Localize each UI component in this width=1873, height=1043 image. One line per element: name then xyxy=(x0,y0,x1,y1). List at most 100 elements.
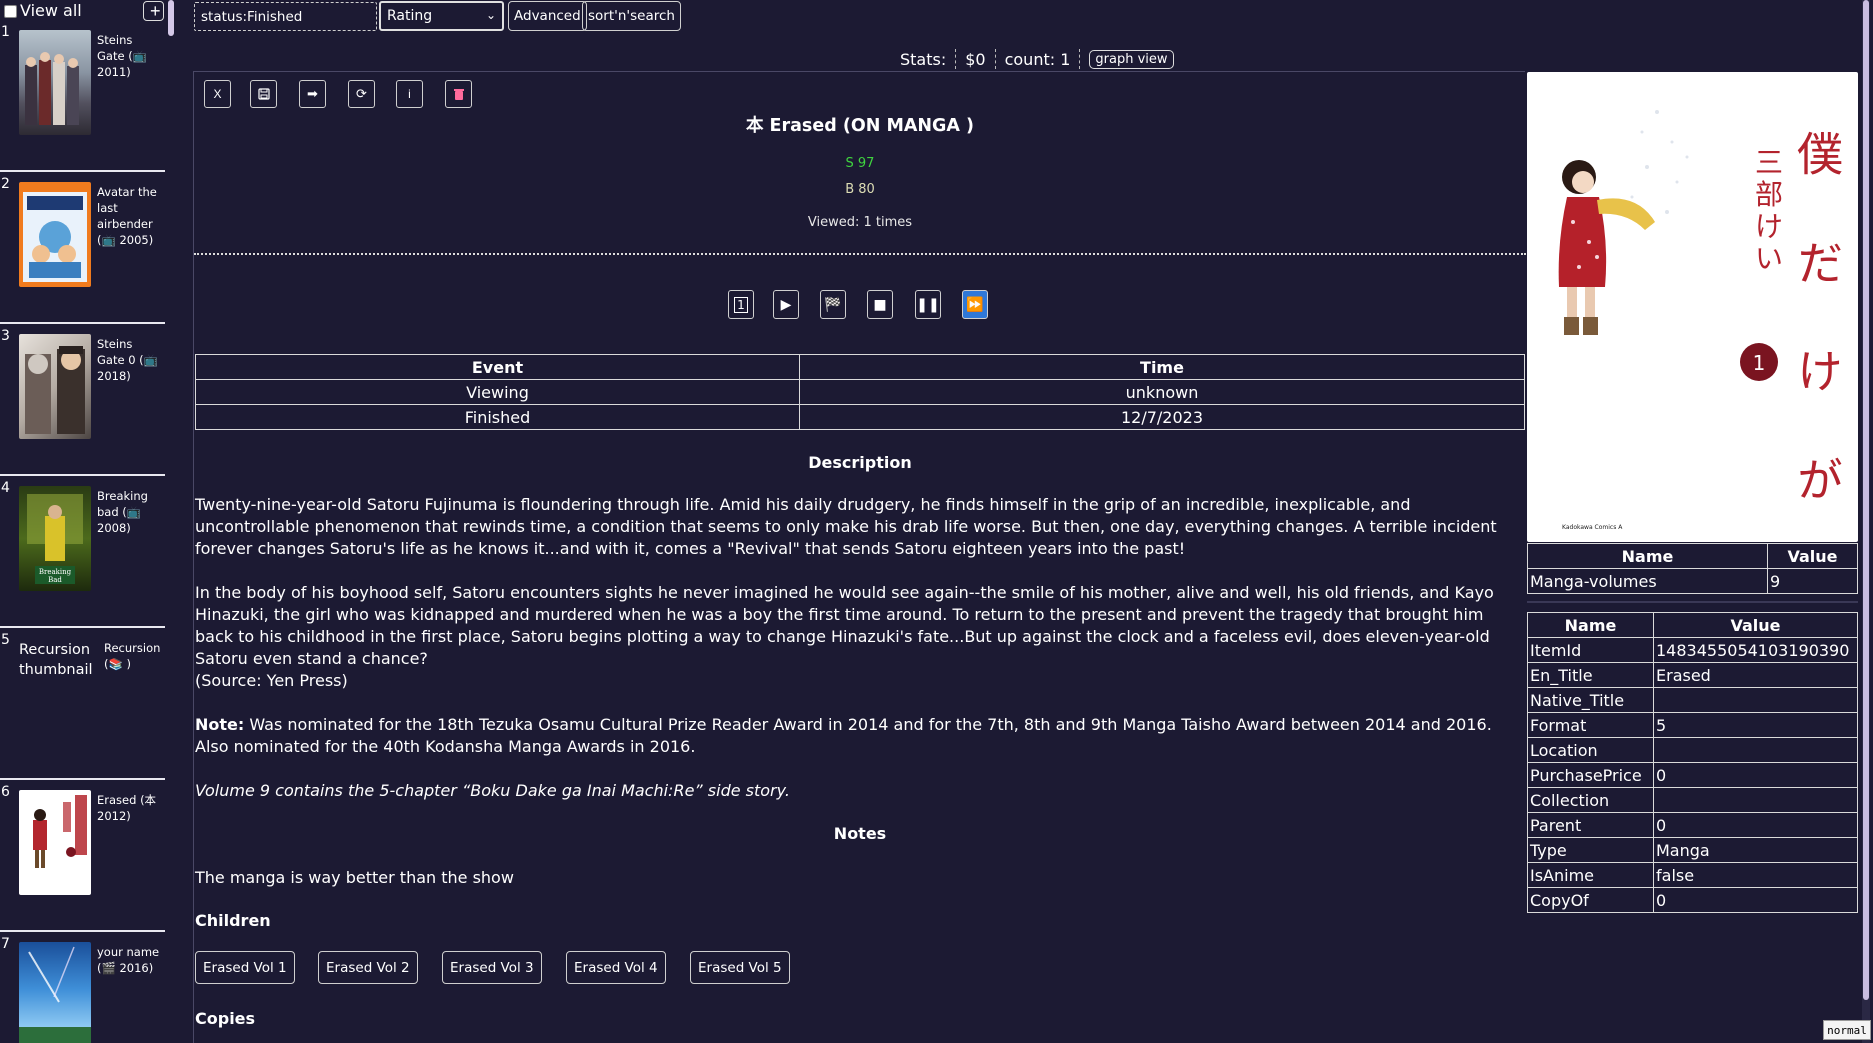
play-button[interactable]: ▶ xyxy=(773,290,799,319)
item-detail-panel: X ➡ ⟳ i 本 Erased (ON MANGA ) S 97 B 80 V… xyxy=(193,71,1526,1043)
item-number: 6 xyxy=(1,784,10,800)
child-item-button[interactable]: Erased Vol 1 xyxy=(195,951,295,984)
checkered-flag-icon: 🏁 xyxy=(824,296,842,313)
name-cell: PurchasePrice xyxy=(1527,762,1654,788)
sidebar-item-steins-gate-0[interactable]: 3 Steins Gate 0 (📺 2018) xyxy=(0,326,165,476)
begin-button[interactable]: 1 xyxy=(728,290,754,319)
name-cell: Format xyxy=(1527,712,1654,738)
mode-indicator: normal xyxy=(1823,1020,1871,1040)
pause-button[interactable]: ❚❚ xyxy=(915,290,941,319)
close-button[interactable]: X xyxy=(204,80,231,108)
name-cell: Location xyxy=(1527,737,1654,763)
trash-icon xyxy=(453,88,464,100)
thumbnail-erased[interactable] xyxy=(19,790,91,895)
stats-money: $0 xyxy=(965,49,986,69)
cover-image: 僕 だ け が い な い 街 三 部 け い 1 Kadokawa Comic… xyxy=(1527,72,1858,542)
thumbnail-your-name[interactable] xyxy=(19,942,91,1043)
event-cell: Finished xyxy=(195,404,800,430)
thumbnail-avatar[interactable] xyxy=(19,182,91,287)
thumbnail-steins-gate-0[interactable] xyxy=(19,334,91,439)
resume-button[interactable]: ⏩ xyxy=(962,290,988,319)
table-row: Format 5 xyxy=(1527,712,1858,738)
value-cell: 0 xyxy=(1653,887,1858,913)
description-note: Note: Was nominated for the 18th Tezuka … xyxy=(195,714,1525,758)
view-all-checkbox[interactable] xyxy=(4,4,17,18)
view-all-toggle[interactable]: View all xyxy=(4,2,82,20)
child-item-button[interactable]: Erased Vol 2 xyxy=(318,951,418,984)
score-b: B 80 xyxy=(845,182,875,197)
item-number: 7 xyxy=(1,936,10,952)
name-cell: ItemId xyxy=(1527,637,1654,663)
sidebar-item-breaking-bad[interactable]: 4 Breaking Bad Breaking bad (📺 2008) xyxy=(0,478,165,628)
time-cell: unknown xyxy=(799,379,1525,405)
sidebar-item-label: Erased (本 2012) xyxy=(97,793,157,823)
page-scrollbar[interactable] xyxy=(1862,0,1870,1043)
graph-view-button[interactable]: graph view xyxy=(1089,49,1174,69)
refresh-button[interactable]: ⟳ xyxy=(348,80,375,108)
name-cell: Manga-volumes xyxy=(1527,568,1768,594)
column-header: Value xyxy=(1653,612,1858,638)
sort-search-button[interactable]: sort'n'search xyxy=(582,1,681,31)
item-number: 2 xyxy=(1,176,10,192)
description-source: (Source: Yen Press) xyxy=(195,671,348,690)
svg-text:Breaking: Breaking xyxy=(39,568,72,576)
description-italic-note: Volume 9 contains the 5-chapter “Boku Da… xyxy=(195,781,790,800)
save-button[interactable] xyxy=(250,80,277,108)
value-cell xyxy=(1653,787,1858,813)
divider xyxy=(194,253,1526,255)
note-text: Was nominated for the 18th Tezuka Osamu … xyxy=(195,715,1492,756)
table-row: Type Manga xyxy=(1527,837,1858,863)
description-heading: Description xyxy=(808,453,912,472)
sidebar-item-avatar[interactable]: 2 Avatar the last airbender (📺 2005) xyxy=(0,174,165,324)
table-row: Viewing unknown xyxy=(195,379,1525,405)
thumbnail-steins-gate[interactable] xyxy=(19,30,91,135)
sidebar-item-label: Steins Gate 0 (📺 2018) xyxy=(97,337,158,383)
cover-title-text: 僕 だ け が い な い 街 xyxy=(1790,130,1844,542)
refresh-icon: ⟳ xyxy=(356,86,367,101)
score-s: S 97 xyxy=(845,156,875,171)
value-cell: 0 xyxy=(1653,812,1858,838)
sidebar-item-erased[interactable]: 6 Erased (本 2012) xyxy=(0,782,165,932)
divider xyxy=(1079,49,1081,69)
value-cell: 5 xyxy=(1653,712,1858,738)
value-cell: false xyxy=(1653,862,1858,888)
sidebar-item-steins-gate[interactable]: 1 Steins Gate (📺 2011) xyxy=(0,22,165,172)
scrollbar-thumb[interactable] xyxy=(1863,0,1869,1000)
table-row: Native_Title xyxy=(1527,687,1858,713)
info-button[interactable]: i xyxy=(396,80,423,108)
item-number: 3 xyxy=(1,328,10,344)
child-item-button[interactable]: Erased Vol 5 xyxy=(690,951,790,984)
finish-button[interactable]: 🏁 xyxy=(820,290,846,319)
pause-icon: ❚❚ xyxy=(916,296,940,313)
stop-button[interactable]: ■ xyxy=(867,290,893,319)
advanced-button[interactable]: Advanced xyxy=(508,1,587,31)
child-item-button[interactable]: Erased Vol 3 xyxy=(442,951,542,984)
delete-button[interactable] xyxy=(445,80,472,108)
play-icon: ▶ xyxy=(780,296,792,313)
sort-select[interactable]: Rating ⌄ xyxy=(379,1,504,31)
stats-count: count: 1 xyxy=(1004,49,1071,69)
stats-label: Stats: xyxy=(900,49,947,69)
column-header: Name xyxy=(1527,612,1654,638)
value-cell: 1483455054103190390 xyxy=(1653,637,1858,663)
sidebar-item-recursion[interactable]: 5 Recursion thumbnail Recursion (📚 ) xyxy=(0,630,165,780)
name-cell: IsAnime xyxy=(1527,862,1654,888)
cover-volume-number: 1 xyxy=(1753,351,1766,375)
stats-bar: Stats: $0 count: 1 graph view xyxy=(900,48,1174,70)
thumbnail-alt-text: Recursion thumbnail xyxy=(19,642,93,678)
open-button[interactable]: ➡ xyxy=(299,80,326,108)
name-cell: Collection xyxy=(1527,787,1654,813)
arrow-right-icon: ➡ xyxy=(307,86,318,101)
search-input[interactable] xyxy=(194,2,377,31)
sidebar-header: View all + xyxy=(0,0,165,22)
name-cell: CopyOf xyxy=(1527,887,1654,913)
calendar-one-icon: 1 xyxy=(734,296,748,313)
sidebar-scrollbar[interactable] xyxy=(168,0,174,36)
add-item-button[interactable]: + xyxy=(143,1,164,21)
thumbnail-breaking-bad[interactable]: Breaking Bad xyxy=(19,486,91,591)
child-item-button[interactable]: Erased Vol 4 xyxy=(566,951,666,984)
item-number: 1 xyxy=(1,24,10,40)
sidebar-item-your-name[interactable]: 7 your name (🎬 2016) xyxy=(0,934,165,1043)
view-all-label: View all xyxy=(20,1,82,20)
name-cell: En_Title xyxy=(1527,662,1654,688)
